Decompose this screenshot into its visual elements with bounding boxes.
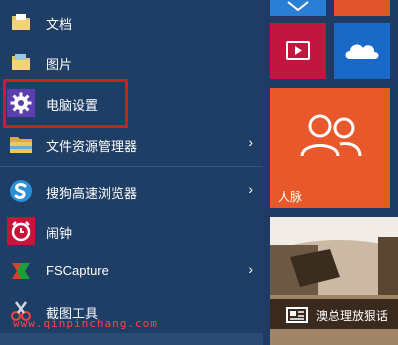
tile-partial-top-right[interactable]: [334, 0, 390, 16]
file-explorer-icon: [7, 130, 35, 158]
menu-item-alarm[interactable]: 闹钟: [0, 211, 263, 251]
tile-partial-top-left[interactable]: [270, 0, 326, 16]
tile-news[interactable]: 澳总理放狠话: [270, 217, 398, 345]
mail-icon: [287, 1, 309, 12]
chevron-right-icon[interactable]: ›: [248, 134, 253, 150]
menu-item-label: 搜狗高速浏览器: [46, 186, 138, 201]
tile-video[interactable]: [270, 23, 326, 79]
chevron-right-icon[interactable]: ›: [248, 261, 253, 277]
tile-people-label: 人脉: [278, 190, 303, 204]
menu-item-documents[interactable]: 文档: [0, 2, 263, 42]
menu-item-label: FSCapture: [46, 263, 109, 278]
menu-item-label: 闹钟: [46, 226, 73, 241]
divider: [0, 166, 263, 167]
start-menu-list: 文档 图片 电脑设置 文件资源管理器 › 搜狗高速浏览器 › 闹钟 FSCapt…: [0, 0, 263, 345]
news-headline: 澳总理放狠话: [316, 309, 389, 323]
documents-folder-icon: [7, 8, 35, 36]
sogou-browser-icon: [7, 177, 35, 205]
news-icon: [286, 307, 308, 323]
highlight-box: [3, 79, 128, 128]
video-icon: [286, 41, 310, 60]
chevron-right-icon[interactable]: ›: [248, 181, 253, 197]
menu-item-sogou-browser[interactable]: 搜狗高速浏览器 ›: [0, 171, 263, 211]
news-caption-bar: 澳总理放狠话: [270, 299, 398, 329]
tile-people[interactable]: 人脉: [270, 88, 390, 208]
menu-item-pictures[interactable]: 图片: [0, 42, 263, 82]
cloud-icon: [345, 44, 379, 59]
tile-onedrive[interactable]: [334, 23, 390, 79]
menu-item-label: 文档: [46, 17, 73, 32]
menu-item-label: 文件资源管理器: [46, 139, 138, 154]
alarm-clock-icon: [7, 217, 35, 245]
fscapture-icon: [7, 257, 35, 285]
pictures-folder-icon: [7, 48, 35, 76]
menu-item-file-explorer[interactable]: 文件资源管理器 ›: [0, 124, 263, 164]
watermark: www.qinpinchang.com: [13, 317, 158, 330]
menu-item-fscapture[interactable]: FSCapture ›: [0, 251, 263, 291]
menu-item-label: 图片: [46, 57, 73, 72]
menu-bottom-strip: [0, 333, 263, 345]
